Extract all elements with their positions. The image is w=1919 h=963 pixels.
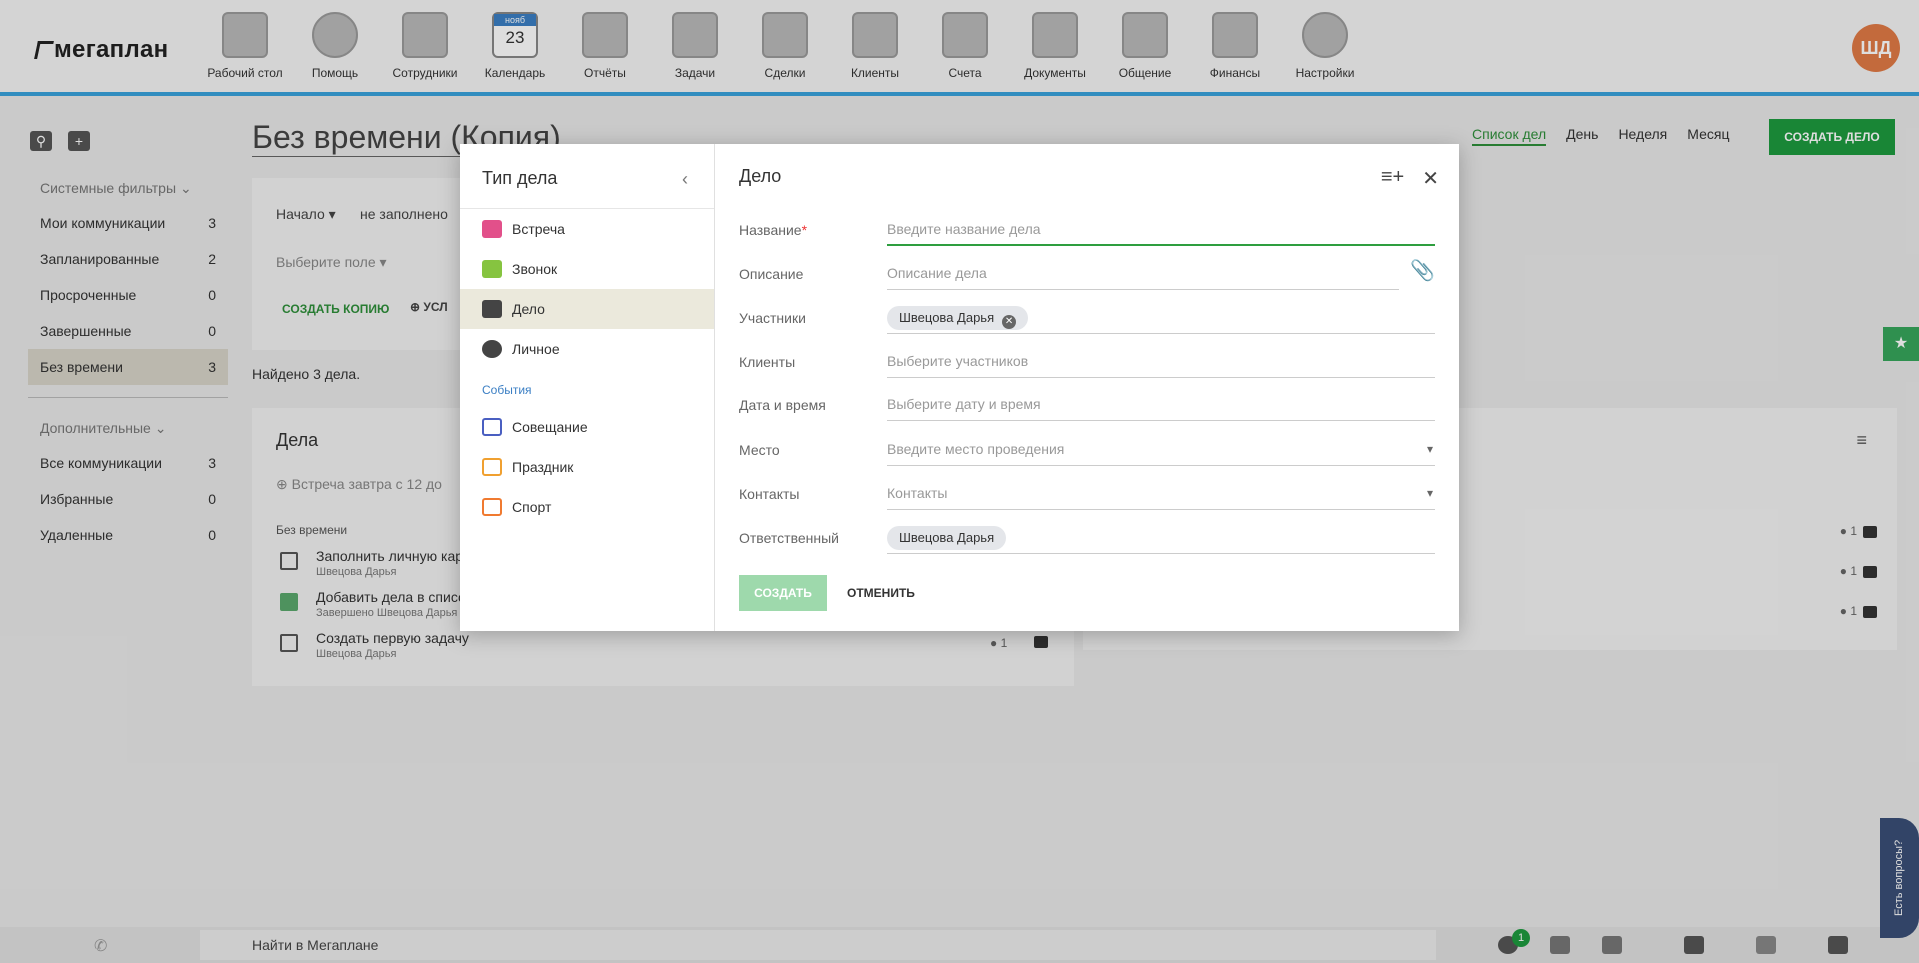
event-holiday[interactable]: Праздник [460,447,714,487]
field-participants: Участники Швецова Дарья ✕ [739,300,1435,344]
close-icon[interactable]: ✕ [1422,166,1439,191]
field-description: Описание Описание дела 📎 [739,256,1435,300]
form-title: Дело [739,166,782,186]
field-contacts: Контакты Контакты ▾ [739,476,1435,520]
datetime-input[interactable]: Выберите дату и время [887,389,1435,421]
calendar-icon [482,418,502,436]
chevron-left-icon[interactable]: ‹ [682,169,688,190]
add-list-icon[interactable]: ≡+ [1381,166,1404,191]
briefcase-icon [482,300,502,318]
clients-input[interactable]: Выберите участников [887,346,1435,378]
type-deal[interactable]: Дело [460,289,714,329]
type-meeting[interactable]: Встреча [460,209,714,249]
person-icon [482,340,502,358]
events-label: События [482,383,532,397]
place-select[interactable]: Введите место проведения ▾ [887,434,1435,466]
responsible-chip[interactable]: Швецова Дарья [887,526,1007,550]
create-deal-modal: Тип дела ‹ Встреча Звонок Дело Личное Со… [460,144,1459,631]
contacts-select[interactable]: Контакты ▾ [887,478,1435,510]
cancel-button[interactable]: ОТМЕНИТЬ [847,586,915,600]
caret-down-icon: ▾ [1426,442,1433,456]
participant-chip[interactable]: Швецова Дарья ✕ [887,306,1029,330]
field-responsible: Ответственный Швецова Дарья [739,520,1435,564]
event-sport[interactable]: Спорт [460,487,714,527]
field-clients: Клиенты Выберите участников [739,344,1435,388]
responsible-input[interactable]: Швецова Дарья [887,522,1435,554]
phone-icon [482,260,502,278]
calendar-icon [482,498,502,516]
create-button[interactable]: СОЗДАТЬ [739,575,827,611]
deal-form: Дело ≡+ ✕ Название* Введите название дел… [715,144,1459,631]
caret-down-icon: ▾ [1426,486,1433,500]
required-mark: * [801,222,808,238]
field-place: Место Введите место проведения ▾ [739,432,1435,476]
type-call[interactable]: Звонок [460,249,714,289]
participants-input[interactable]: Швецова Дарья ✕ [887,302,1435,334]
people-icon [482,220,502,238]
deal-type-panel: Тип дела ‹ Встреча Звонок Дело Личное Со… [460,144,715,631]
event-meeting[interactable]: Совещание [460,407,714,447]
field-datetime: Дата и время Выберите дату и время [739,387,1435,431]
remove-chip-icon[interactable]: ✕ [1002,315,1017,329]
paperclip-icon[interactable]: 📎 [1410,258,1435,283]
deal-type-title: Тип дела [460,144,714,209]
description-input[interactable]: Описание дела [887,258,1399,290]
field-name: Название* Введите название дела [739,212,1435,256]
app-root: мегаплан Рабочий стол Помощь Сотрудники … [0,0,1919,963]
form-tools: ≡+ ✕ [1381,166,1439,191]
name-input[interactable]: Введите название дела [887,214,1435,246]
calendar-icon [482,458,502,476]
type-personal[interactable]: Личное [460,329,714,369]
